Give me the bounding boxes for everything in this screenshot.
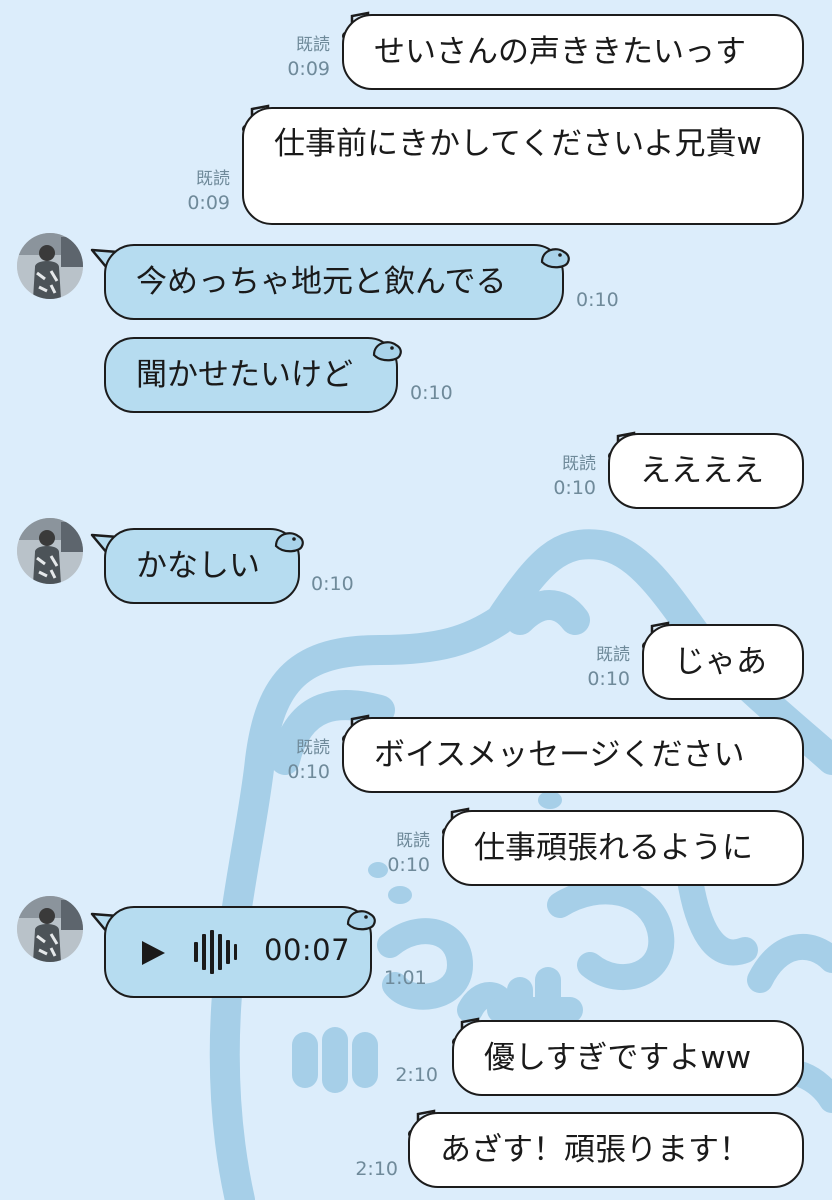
timestamp: 0:10 [587, 668, 630, 690]
read-receipt: 既読 [296, 35, 330, 55]
play-icon[interactable] [138, 938, 168, 968]
timestamp: 0:10 [387, 854, 430, 876]
message-meta: 2:10 [330, 1157, 398, 1181]
message-text: 優しすぎですよww [484, 1040, 752, 1076]
timestamp: 0:09 [187, 192, 230, 214]
message-meta: 0:10 [410, 381, 453, 405]
message-meta: 既読 0:10 [262, 736, 330, 784]
timestamp: 0:10 [553, 477, 596, 499]
message-meta: 0:10 [576, 288, 619, 312]
message-meta: 1:01 [384, 966, 427, 990]
timestamp: 0:09 [287, 58, 330, 80]
message-meta: 2:10 [370, 1063, 438, 1087]
timestamp: 2:10 [395, 1064, 438, 1086]
message-bubble[interactable]: ええええ [608, 433, 804, 509]
read-receipt: 既読 [596, 645, 630, 665]
avatar[interactable] [17, 896, 83, 962]
timestamp: 1:01 [384, 967, 427, 989]
read-receipt: 既読 [196, 169, 230, 189]
timestamp: 2:10 [355, 1158, 398, 1180]
message-meta: 既読 0:10 [362, 829, 430, 877]
message-text: 今めっちゃ地元と飲んでる [136, 264, 507, 300]
message-bubble[interactable]: じゃあ [642, 624, 804, 700]
message-bubble[interactable]: ボイスメッセージください [342, 717, 804, 793]
message-bubble[interactable]: 優しすぎですよww [452, 1020, 804, 1096]
waveform-icon [194, 930, 237, 974]
message-meta: 既読 0:09 [262, 33, 330, 81]
voice-duration: 00:07 [264, 933, 351, 967]
message-text: ボイスメッセージください [374, 737, 745, 773]
timestamp: 0:10 [410, 382, 453, 404]
message-text: ええええ [640, 453, 764, 489]
message-meta: 0:10 [311, 572, 354, 596]
message-bubble[interactable]: 仕事前にきかしてくださいよ兄貴w [242, 107, 804, 225]
avatar[interactable] [17, 233, 83, 299]
message-bubble[interactable]: 聞かせたいけど [104, 337, 398, 413]
message-meta: 既読 0:09 [162, 167, 230, 215]
message-bubble[interactable]: あざす！頑張ります！ [408, 1112, 804, 1188]
read-receipt: 既読 [396, 831, 430, 851]
bird-icon [540, 248, 570, 269]
message-bubble[interactable]: 仕事頑張れるように [442, 810, 804, 886]
message-meta: 既読 0:10 [562, 643, 630, 691]
message-text: 仕事前にきかしてくださいよ兄貴w [274, 126, 762, 162]
timestamp: 0:10 [311, 573, 354, 595]
message-bubble[interactable]: かなしい [104, 528, 300, 604]
message-bubble[interactable]: せいさんの声ききたいっす [342, 14, 804, 90]
message-text: かなしい [136, 548, 260, 584]
message-text: 仕事頑張れるように [474, 830, 753, 866]
message-text: あざす！頑張ります！ [440, 1132, 750, 1168]
message-bubble[interactable]: 今めっちゃ地元と飲んでる [104, 244, 564, 320]
read-receipt: 既読 [562, 454, 596, 474]
message-text: 聞かせたいけど [136, 357, 353, 393]
message-meta: 既読 0:10 [528, 452, 596, 500]
timestamp: 0:10 [287, 761, 330, 783]
bird-icon [346, 910, 376, 931]
read-receipt: 既読 [296, 738, 330, 758]
timestamp: 0:10 [576, 289, 619, 311]
message-text: せいさんの声ききたいっす [374, 34, 746, 70]
message-text: じゃあ [674, 644, 767, 680]
avatar[interactable] [17, 518, 83, 584]
bird-icon [372, 341, 402, 362]
bird-icon [274, 532, 304, 553]
